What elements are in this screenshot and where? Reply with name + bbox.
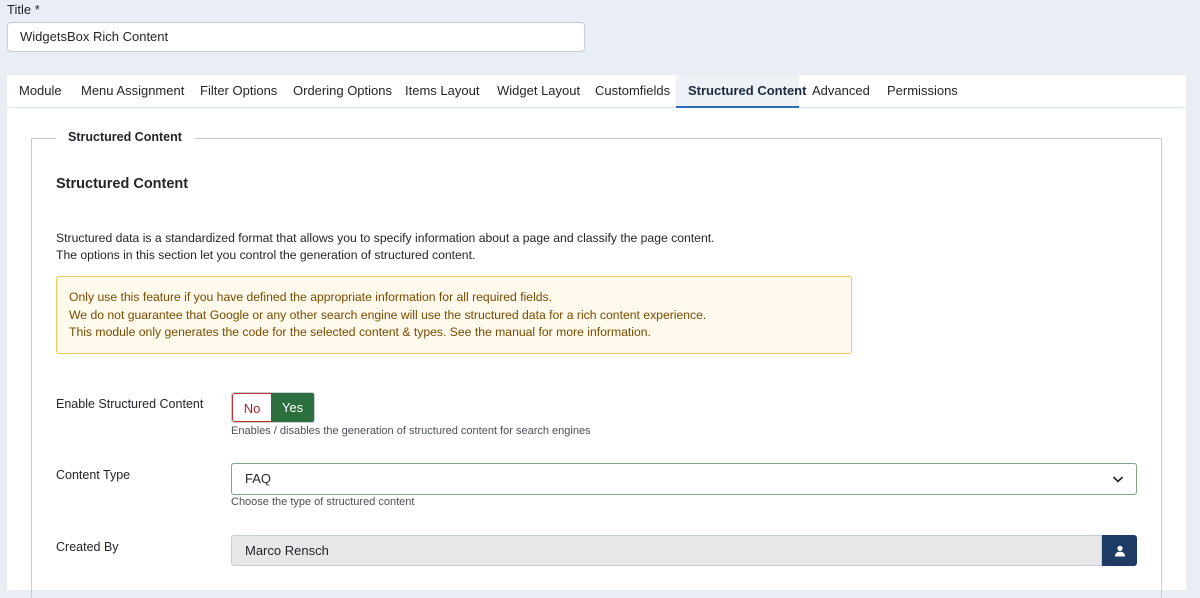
description-line: Structured data is a standardized format… [56, 231, 715, 245]
alert-line: This module only generates the code for … [69, 325, 651, 339]
content-type-label: Content Type [56, 468, 131, 482]
tab-panel: Structured Content Structured Content St… [7, 108, 1186, 598]
content-type-value: FAQ [245, 471, 272, 486]
warning-alert: Only use this feature if you have define… [56, 276, 852, 354]
alert-line: We do not guarantee that Google or any o… [69, 307, 707, 322]
tab-structured-content[interactable]: Structured Content [676, 75, 806, 108]
section-heading: Structured Content [56, 176, 189, 192]
tab-customfields[interactable]: Customfields [583, 75, 682, 108]
created-by-field: Marco Rensch [231, 535, 1102, 566]
content-type-help-text: Choose the type of structured content [231, 496, 415, 508]
section-description: Structured data is a standardized format… [56, 230, 715, 264]
created-by-label: Created By [56, 540, 119, 554]
select-user-button[interactable] [1102, 535, 1137, 566]
structured-content-fieldset: Structured Content Structured Content St… [31, 130, 1162, 598]
tab-filter-options[interactable]: Filter Options [188, 75, 289, 108]
title-input[interactable]: WidgetsBox Rich Content [7, 22, 585, 52]
enable-structured-content-label: Enable Structured Content [56, 397, 204, 411]
tab-menu-assignment[interactable]: Menu Assignment [69, 75, 196, 108]
tab-advanced[interactable]: Advanced [800, 75, 882, 108]
yes-option[interactable]: Yes [271, 393, 314, 422]
tab-bar: Module Menu Assignment Filter Options Or… [7, 75, 1186, 108]
no-option[interactable]: No [232, 393, 271, 422]
tab-widget-layout[interactable]: Widget Layout [485, 75, 592, 108]
description-line: The options in this section let you cont… [56, 248, 476, 262]
user-icon [1114, 545, 1125, 556]
title-label: Title * [7, 2, 40, 17]
tab-items-layout[interactable]: Items Layout [393, 75, 491, 108]
content-type-select[interactable]: FAQ [231, 463, 1137, 495]
alert-line: Only use this feature if you have define… [69, 290, 553, 304]
tab-permissions[interactable]: Permissions [875, 75, 970, 108]
tab-module[interactable]: Module [7, 75, 74, 108]
enable-help-text: Enables / disables the generation of str… [231, 425, 591, 437]
tab-ordering-options[interactable]: Ordering Options [281, 75, 404, 108]
enable-structured-content-switcher: No Yes [231, 392, 315, 423]
chevron-down-icon [1112, 476, 1124, 483]
fieldset-legend: Structured Content [56, 130, 194, 144]
